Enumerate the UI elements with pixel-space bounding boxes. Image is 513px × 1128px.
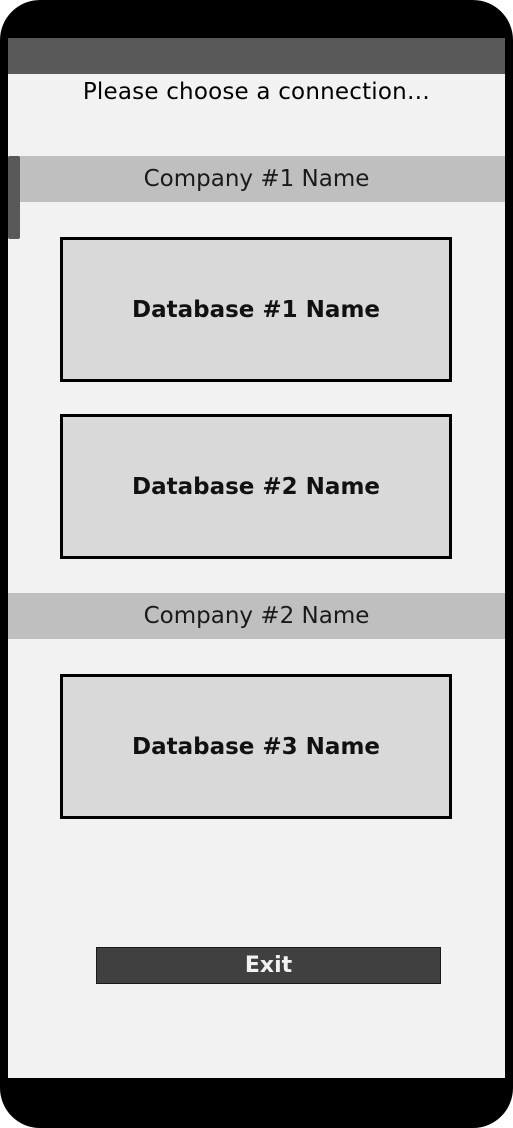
database-3-label: Database #3 Name bbox=[131, 733, 381, 760]
database-1-button[interactable]: Database #1 Name bbox=[60, 237, 452, 382]
connection-prompt: Please choose a connection… bbox=[82, 79, 431, 105]
exit-label: Exit bbox=[244, 953, 293, 978]
screen: Please choose a connection… Company #1 N… bbox=[8, 38, 505, 1078]
scrollbar-thumb[interactable] bbox=[8, 156, 20, 239]
database-2-label: Database #2 Name bbox=[131, 473, 381, 500]
status-bar bbox=[8, 38, 505, 74]
company-header-2: Company #2 Name bbox=[8, 593, 505, 639]
database-3-button[interactable]: Database #3 Name bbox=[60, 674, 452, 819]
company-header-1: Company #1 Name bbox=[8, 156, 505, 202]
phone-frame: Please choose a connection… Company #1 N… bbox=[0, 0, 513, 1128]
exit-button[interactable]: Exit bbox=[96, 947, 441, 984]
database-1-label: Database #1 Name bbox=[131, 296, 381, 323]
database-2-button[interactable]: Database #2 Name bbox=[60, 414, 452, 559]
